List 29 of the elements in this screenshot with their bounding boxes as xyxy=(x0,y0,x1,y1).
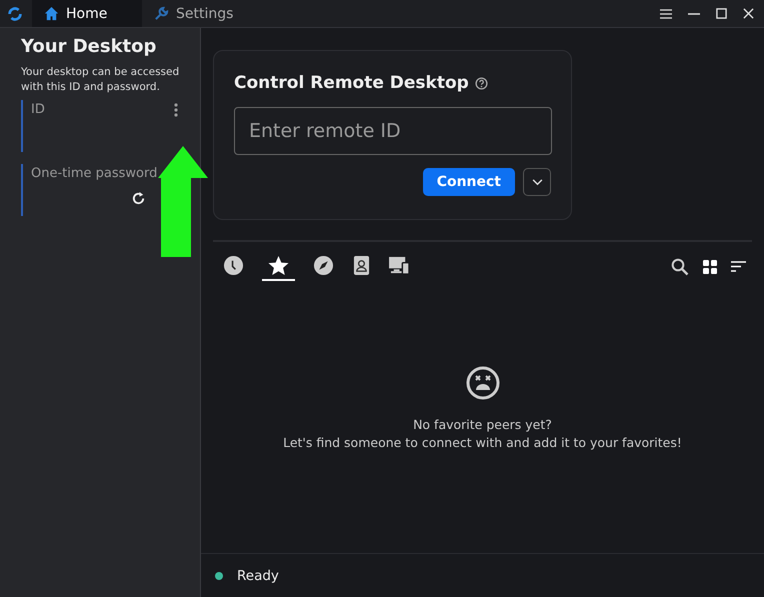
sad-face-icon xyxy=(466,366,500,400)
close-icon[interactable] xyxy=(743,8,754,19)
tab[interactable]: Settings xyxy=(142,0,252,27)
dropdown-button[interactable] xyxy=(523,168,551,196)
sidebar-title: Your Desktop xyxy=(21,36,158,57)
home-icon xyxy=(44,6,59,21)
app-logo-icon xyxy=(6,4,24,22)
maximize-icon[interactable] xyxy=(716,8,727,19)
menu-icon[interactable] xyxy=(660,8,672,18)
tab[interactable]: Home xyxy=(32,0,142,27)
status-text: Ready xyxy=(237,568,279,584)
remote-id-field[interactable]: Enter remote ID xyxy=(234,107,552,155)
chevron-icon xyxy=(532,178,542,186)
status-dot xyxy=(215,572,223,580)
sidebar-description: Your desktop can be accessed with this ID and password. xyxy=(21,65,180,95)
more-options-icon[interactable] xyxy=(174,102,178,116)
refresh-icon[interactable] xyxy=(131,191,146,206)
search-icon[interactable] xyxy=(671,258,689,276)
sort-icon[interactable] xyxy=(731,261,746,272)
grid-view-icon[interactable] xyxy=(703,260,717,274)
field-label: One-time password xyxy=(31,166,158,181)
help-icon[interactable] xyxy=(474,76,488,90)
card-title: Control Remote Desktop xyxy=(234,73,469,93)
empty-message: No favorite peers yet? xyxy=(412,416,553,434)
wrench-icon xyxy=(154,6,169,21)
minimize-icon[interactable] xyxy=(688,12,700,14)
connect-button[interactable]: Connect xyxy=(422,168,515,196)
empty-message: Let's find someone to connect with and add it to your favorites! xyxy=(283,434,682,452)
field-label: ID xyxy=(31,102,45,117)
